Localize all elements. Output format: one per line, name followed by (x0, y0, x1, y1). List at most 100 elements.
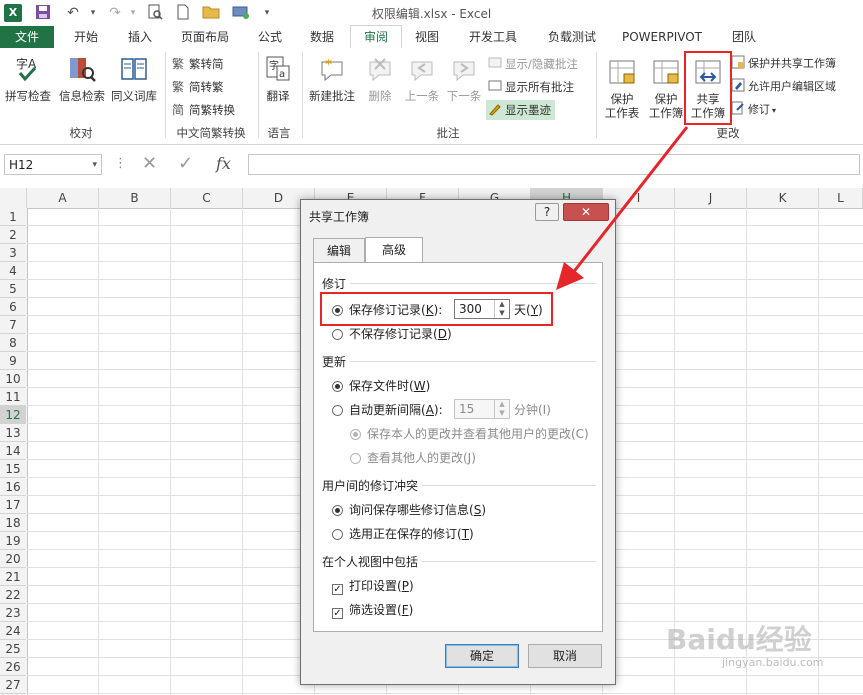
help-button[interactable]: ? (535, 203, 559, 221)
row-header[interactable]: 24 (0, 622, 26, 640)
tab-developer[interactable]: 开发工具 (456, 26, 530, 48)
translate-button[interactable]: 字a 翻译 (260, 54, 296, 104)
row-header[interactable]: 4 (0, 262, 26, 280)
radio-selected-icon (332, 381, 343, 392)
thesaurus-button[interactable]: 同义词库 (108, 54, 160, 104)
tab-data[interactable]: 数据 (300, 26, 344, 48)
allow-edit-ranges-button[interactable]: 允许用户编辑区域 (731, 77, 836, 97)
tab-load-test[interactable]: 负载测试 (536, 26, 608, 48)
row-header[interactable]: 27 (0, 676, 26, 694)
tab-file[interactable]: 文件 (0, 26, 54, 48)
column-header[interactable]: A (27, 188, 99, 208)
save-mine-see-others-radio[interactable]: 保存本人的更改并查看其他用户的更改(C) (350, 425, 589, 443)
row-header[interactable]: 25 (0, 640, 26, 658)
row-header[interactable]: 11 (0, 388, 26, 406)
spell-check-button[interactable]: 字A 拼写检查 (2, 54, 54, 104)
protect-workbook-button[interactable]: 保护 工作簿 (644, 58, 688, 120)
column-header[interactable]: B (99, 188, 171, 208)
previous-comment-button[interactable]: 上一条 (402, 54, 442, 104)
traditional-to-simplified-button[interactable]: 繁繁转简 (172, 54, 224, 74)
confirm-entry-icon[interactable]: ✓ (178, 153, 193, 174)
ask-which-changes-radio[interactable]: 询问保存哪些修订信息(S) (332, 501, 486, 519)
column-header[interactable]: L (819, 188, 863, 208)
cancel-entry-icon[interactable]: ✕ (142, 153, 157, 174)
select-all-corner[interactable] (0, 188, 27, 208)
row-header[interactable]: 7 (0, 316, 26, 334)
column-header[interactable]: J (675, 188, 747, 208)
dont-keep-history-radio[interactable]: 不保存修订记录(D) (332, 325, 452, 343)
show-ink-button[interactable]: 显示墨迹 (486, 100, 555, 120)
changes-being-saved-win-radio[interactable]: 选用正在保存的修订(T) (332, 525, 474, 543)
tab-powerpivot[interactable]: POWERPIVOT (614, 26, 710, 48)
simplified-to-traditional-button[interactable]: 繁简转繁 (172, 77, 224, 97)
new-comment-icon: ✶ (317, 54, 347, 84)
tab-formulas[interactable]: 公式 (248, 26, 292, 48)
protect-and-share-button[interactable]: 保护并共享工作簿 (731, 54, 836, 74)
protect-sheet-button[interactable]: 保护 工作表 (600, 58, 644, 120)
dialog-title-bar[interactable]: 共享工作簿 ? ✕ (301, 200, 615, 230)
convert-icon: 简 (172, 102, 186, 117)
update-on-save-radio[interactable]: 保存文件时(W) (332, 377, 430, 395)
row-header[interactable]: 14 (0, 442, 26, 460)
row-header[interactable]: 15 (0, 460, 26, 478)
interval-stepper[interactable]: 15 ▲ ▼ (454, 399, 510, 419)
column-header[interactable]: C (171, 188, 243, 208)
formula-bar: H12 ▾ ⋮ ✕ ✓ fx (0, 150, 863, 180)
row-header[interactable]: 22 (0, 586, 26, 604)
row-header[interactable]: 13 (0, 424, 26, 442)
more-options-icon: ⋮ (114, 156, 127, 171)
next-comment-button[interactable]: 下一条 (444, 54, 484, 104)
chevron-down-icon: ▾ (772, 106, 777, 115)
print-settings-checkbox[interactable]: ✓ 打印设置(P) (332, 577, 414, 595)
column-header[interactable]: K (747, 188, 819, 208)
formula-input[interactable] (248, 154, 860, 175)
ok-button[interactable]: 确定 (445, 644, 519, 668)
radio-selected-icon (332, 505, 343, 516)
show-all-comments-button[interactable]: 显示所有批注 (488, 77, 574, 97)
row-header[interactable]: 23 (0, 604, 26, 622)
research-button[interactable]: 信息检索 (56, 54, 108, 104)
tab-insert[interactable]: 插入 (116, 26, 164, 48)
delete-comment-button[interactable]: 删除 (362, 54, 398, 104)
row-header[interactable]: 10 (0, 370, 26, 388)
auto-update-radio[interactable]: 自动更新间隔(A): (332, 401, 443, 419)
name-box[interactable]: H12 ▾ (4, 154, 102, 175)
tab-view[interactable]: 视图 (404, 26, 450, 48)
row-header[interactable]: 26 (0, 658, 26, 676)
tab-page-layout[interactable]: 页面布局 (170, 26, 240, 48)
row-header[interactable]: 2 (0, 226, 26, 244)
row-header[interactable]: 9 (0, 352, 26, 370)
tab-team[interactable]: 团队 (720, 26, 768, 48)
row-header[interactable]: 19 (0, 532, 26, 550)
row-header[interactable]: 5 (0, 280, 26, 298)
chinese-conversion-button[interactable]: 简简繁转换 (172, 100, 235, 120)
row-header[interactable]: 6 (0, 298, 26, 316)
row-header[interactable]: 21 (0, 568, 26, 586)
close-button[interactable]: ✕ (563, 203, 609, 221)
insert-function-icon[interactable]: fx (216, 154, 231, 173)
tab-advanced[interactable]: 高级 (365, 237, 423, 263)
row-header[interactable]: 16 (0, 478, 26, 496)
row-header[interactable]: 3 (0, 244, 26, 262)
row-header[interactable]: 1 (0, 208, 26, 226)
row-header[interactable]: 8 (0, 334, 26, 352)
row-header[interactable]: 20 (0, 550, 26, 568)
row-header-selected[interactable]: 12 (0, 406, 26, 424)
cancel-button[interactable]: 取消 (528, 644, 602, 668)
spin-down-icon[interactable]: ▼ (494, 409, 509, 418)
tab-edit[interactable]: 编辑 (313, 238, 365, 262)
show-hide-comment-button[interactable]: 显示/隐藏批注 (488, 54, 578, 74)
group-label-chinese: 中文简繁转换 (176, 126, 246, 140)
filter-settings-checkbox[interactable]: ✓ 筛选设置(F) (332, 601, 413, 619)
ribbon-separator (596, 52, 597, 138)
chevron-down-icon[interactable]: ▾ (92, 155, 97, 176)
row-header[interactable]: 18 (0, 514, 26, 532)
see-others-radio[interactable]: 查看其他人的更改(J) (350, 449, 476, 467)
spin-up-icon[interactable]: ▲ (494, 400, 509, 409)
new-comment-button[interactable]: ✶ 新建批注 (304, 54, 360, 104)
row-header[interactable]: 17 (0, 496, 26, 514)
track-changes-button[interactable]: 修订 ▾ (731, 100, 776, 120)
thesaurus-icon (119, 54, 149, 84)
tab-home[interactable]: 开始 (62, 26, 110, 48)
tab-review[interactable]: 审阅 (350, 25, 402, 50)
